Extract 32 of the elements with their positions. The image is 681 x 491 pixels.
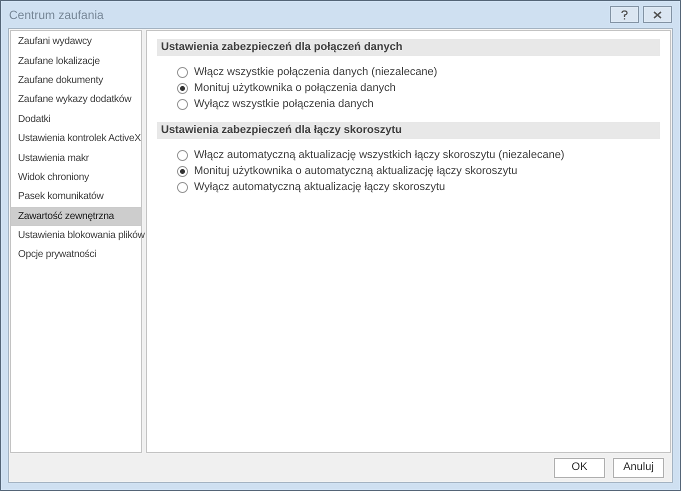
radio-label: Monituj użytkownika o połączenia danych — [194, 80, 396, 96]
category-item[interactable]: Zawartość zewnętrzna — [11, 206, 141, 226]
close-icon — [653, 10, 662, 18]
category-item[interactable]: Zaufane dokumenty — [11, 70, 141, 90]
category-item[interactable]: Zaufani wydawcy — [11, 32, 141, 52]
dialog-button[interactable]: OK — [554, 458, 605, 478]
category-item[interactable]: Dodatki — [11, 110, 141, 129]
radio-label: Wyłącz automatyczną aktualizację łączy skoroszytu — [194, 180, 446, 195]
radio-button[interactable] — [177, 98, 188, 110]
radio-button[interactable] — [177, 66, 188, 78]
radio-label: Włącz automatyczną aktualizację wszystkich łączy skoroszytu (niezalecane) — [194, 148, 564, 163]
category-item[interactable]: Pasek komunikatów — [11, 187, 141, 207]
radio-label: Włącz wszystkie połączenia danych (niezalecane) — [194, 64, 438, 80]
category-item[interactable]: Zaufane lokalizacje — [11, 51, 141, 71]
dialog-button[interactable]: Anuluj — [613, 458, 664, 478]
radio-label: Monituj użytkownika o automatyczną aktualizację łączy skoroszytu — [194, 164, 518, 179]
radio-button[interactable] — [177, 182, 188, 192]
category-item[interactable]: Ustawienia kontrolek ActiveX — [11, 128, 141, 148]
radio-button[interactable] — [177, 150, 188, 160]
help-button[interactable] — [610, 6, 639, 23]
help-icon — [621, 10, 628, 20]
close-button[interactable] — [643, 6, 672, 23]
category-item[interactable]: Widok chroniony — [11, 168, 141, 188]
window-title: Centrum zaufania — [9, 6, 104, 24]
section-heading: Ustawienia zabezpieczeń dla połączeń danych — [157, 39, 660, 56]
radio-label: Wyłącz wszystkie połączenia danych — [194, 96, 374, 112]
category-item[interactable]: Zaufane wykazy dodatków — [11, 90, 141, 110]
category-item[interactable]: Opcje prywatności — [11, 245, 141, 265]
radio-button[interactable] — [177, 82, 188, 94]
section-heading: Ustawienia zabezpieczeń dla łączy skoroszytu — [157, 122, 660, 139]
category-item[interactable]: Ustawienia makr — [11, 148, 141, 168]
radio-button[interactable] — [177, 166, 188, 176]
